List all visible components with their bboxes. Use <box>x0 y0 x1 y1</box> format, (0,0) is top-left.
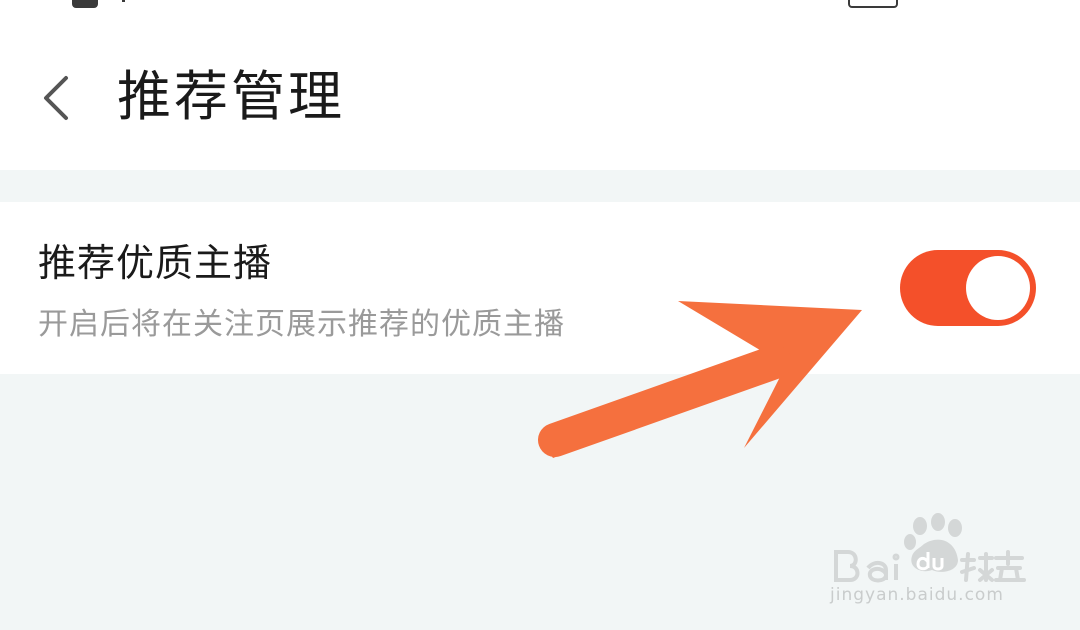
page-title: 推荐管理 <box>117 65 345 128</box>
screen: 推荐管理 推荐优质主播 开启后将在关注页展示推荐的优质主播 jingyan.ba… <box>0 0 1080 630</box>
status-bar <box>0 0 1080 14</box>
setting-description: 开启后将在关注页展示推荐的优质主播 <box>38 307 565 342</box>
notification-icon <box>72 0 98 8</box>
chevron-left-icon <box>44 76 68 120</box>
setting-item-recommend-streamers: 推荐优质主播 开启后将在关注页展示推荐的优质主播 <box>0 202 1080 374</box>
toggle-knob <box>966 256 1030 320</box>
watermark-url: jingyan.baidu.com <box>830 585 1004 605</box>
setting-title: 推荐优质主播 <box>38 241 273 285</box>
header: 推荐管理 <box>0 14 1080 170</box>
battery-icon <box>848 0 898 8</box>
signal-icon <box>122 0 125 2</box>
back-button[interactable] <box>30 68 86 128</box>
recommend-toggle[interactable] <box>900 250 1036 326</box>
